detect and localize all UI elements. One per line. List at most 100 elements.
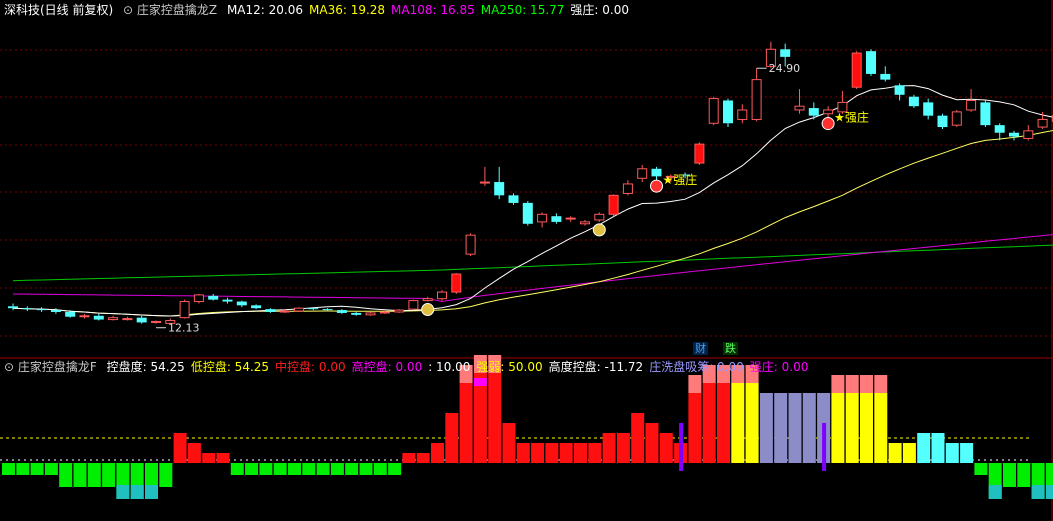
sub-bar-cyan-tip (1031, 485, 1045, 499)
candle (122, 318, 133, 321)
signal-ball-icon (821, 117, 835, 131)
strong-banker-label: ★强庄 (834, 110, 869, 125)
sub-bar-positive (402, 453, 416, 463)
sub-bar-positive (531, 443, 545, 463)
candle (622, 183, 633, 194)
ma-value-2: MA108: 16.85 (391, 3, 475, 17)
sub-bar-negative (273, 463, 287, 475)
ma108-line (12, 234, 1053, 303)
sub-value-0: 控盘度: 54.25 (106, 360, 185, 374)
candle (851, 52, 862, 88)
sub-bar-negative (1017, 463, 1031, 487)
sub-bar-positive (187, 443, 201, 463)
sub-bar-positive (902, 443, 916, 463)
cai-flag[interactable]: 财 (693, 342, 708, 355)
candle (279, 310, 290, 313)
sub-bar-positive (616, 433, 630, 463)
sub-bar-positive (717, 383, 730, 463)
sub-bar-negative (259, 463, 273, 475)
sub-bar-positive (688, 393, 702, 463)
candle (394, 309, 405, 313)
candle (823, 109, 834, 115)
sub-values: 控盘度: 54.25 低控盘: 54.25 中控盘: 0.00 高控盘: 0.00: … (107, 360, 815, 374)
candle (437, 291, 447, 300)
sub-bar-positive (745, 383, 759, 463)
candle (22, 308, 33, 310)
sub-bar-positive (759, 393, 773, 463)
sub-bar-negative (73, 463, 87, 487)
sub-indicator-name[interactable]: ⊙ 庄家控盘擒龙F (4, 360, 97, 374)
candle (723, 100, 733, 124)
sub-bar-positive (774, 393, 788, 463)
sub-bar-negative (2, 463, 15, 475)
sub-value-7: 庄洗盘吸筹: 0.00 (649, 360, 744, 374)
candle (208, 295, 219, 300)
candle (336, 310, 347, 313)
ma-value-0: MA12: 20.06 (226, 3, 303, 17)
die-flag[interactable]: 跌 (723, 342, 738, 355)
sub-chart-legend: ⊙ 庄家控盘擒龙F 控盘度: 54.25 低控盘: 54.25 中控盘: 0.00 高… (4, 359, 814, 375)
candle (580, 221, 590, 225)
sub-bar-positive (473, 373, 487, 463)
sub-value-4: : 10.00 (428, 360, 471, 374)
candle (179, 301, 190, 319)
sub-value-8: 强庄: 0.00 (749, 360, 809, 374)
sub-bar-negative (974, 463, 988, 475)
candle (794, 105, 805, 111)
candle (408, 300, 419, 310)
candle (737, 109, 748, 120)
candle (36, 309, 47, 311)
sub-bar-positive (659, 433, 673, 463)
sub-bar-cyan-tip (145, 485, 158, 499)
sub-bar-positive (416, 453, 430, 463)
sub-bar-positive (445, 413, 459, 463)
candle (108, 317, 119, 321)
main-indicator-label: 庄家控盘擒龙Z (136, 3, 218, 17)
candle (222, 299, 233, 302)
sub-bar-negative (245, 463, 259, 475)
candle (994, 125, 1005, 133)
candle (637, 168, 648, 179)
sub-bar-cyan-tip (1045, 485, 1053, 499)
candle (694, 143, 705, 164)
ma-value-4: 强庄: 0.00 (570, 3, 629, 17)
candle (365, 312, 376, 316)
sub-value-6: 高度控盘: -11.72 (548, 360, 644, 374)
main-indicator-name[interactable]: ⊙ 庄家控盘擒龙Z (123, 3, 217, 17)
sub-bar-cyan-tip (130, 485, 144, 499)
ma-value-1: MA36: 19.28 (309, 3, 386, 17)
candle (265, 309, 276, 312)
sub-bar-positive (173, 433, 187, 463)
sub-bar-positive (802, 393, 816, 463)
sub-bar-negative (16, 463, 30, 475)
candle (937, 115, 948, 128)
sub-bar-positive (945, 443, 959, 463)
ma-value-3: MA250: 15.77 (480, 3, 565, 17)
sub-bar-positive (860, 393, 873, 463)
sub-value-1: 低控盘: 54.25 (190, 360, 270, 374)
high-price-label: 24.90 (769, 62, 801, 75)
sub-bar-negative (316, 463, 330, 475)
candle (451, 273, 462, 293)
candle (751, 79, 762, 120)
sub-bar-positive (831, 393, 845, 463)
chart-title[interactable]: 深科技(日线 前复权) (4, 3, 113, 17)
sub-bar-pink-top (845, 375, 859, 393)
candle (294, 307, 304, 312)
sub-bar-pink-top (860, 375, 873, 393)
sub-bar-positive (631, 413, 645, 463)
candle (951, 111, 962, 126)
candle (908, 96, 919, 107)
sub-value-3: 高控盘: 0.00 (351, 360, 423, 374)
low-price-label: 12.13 (168, 322, 200, 335)
candle (1023, 130, 1034, 139)
sub-bar-positive (516, 443, 530, 463)
sub-bar-positive (459, 383, 473, 463)
candle (494, 182, 505, 196)
candle (608, 194, 619, 215)
candle (565, 217, 576, 220)
sub-bar-negative (388, 463, 402, 475)
chart-canvas[interactable]: 24.90 12.13 ★强庄 ★强庄 (0, 0, 1053, 521)
money-bag-icon (592, 223, 606, 237)
candle (866, 51, 876, 74)
